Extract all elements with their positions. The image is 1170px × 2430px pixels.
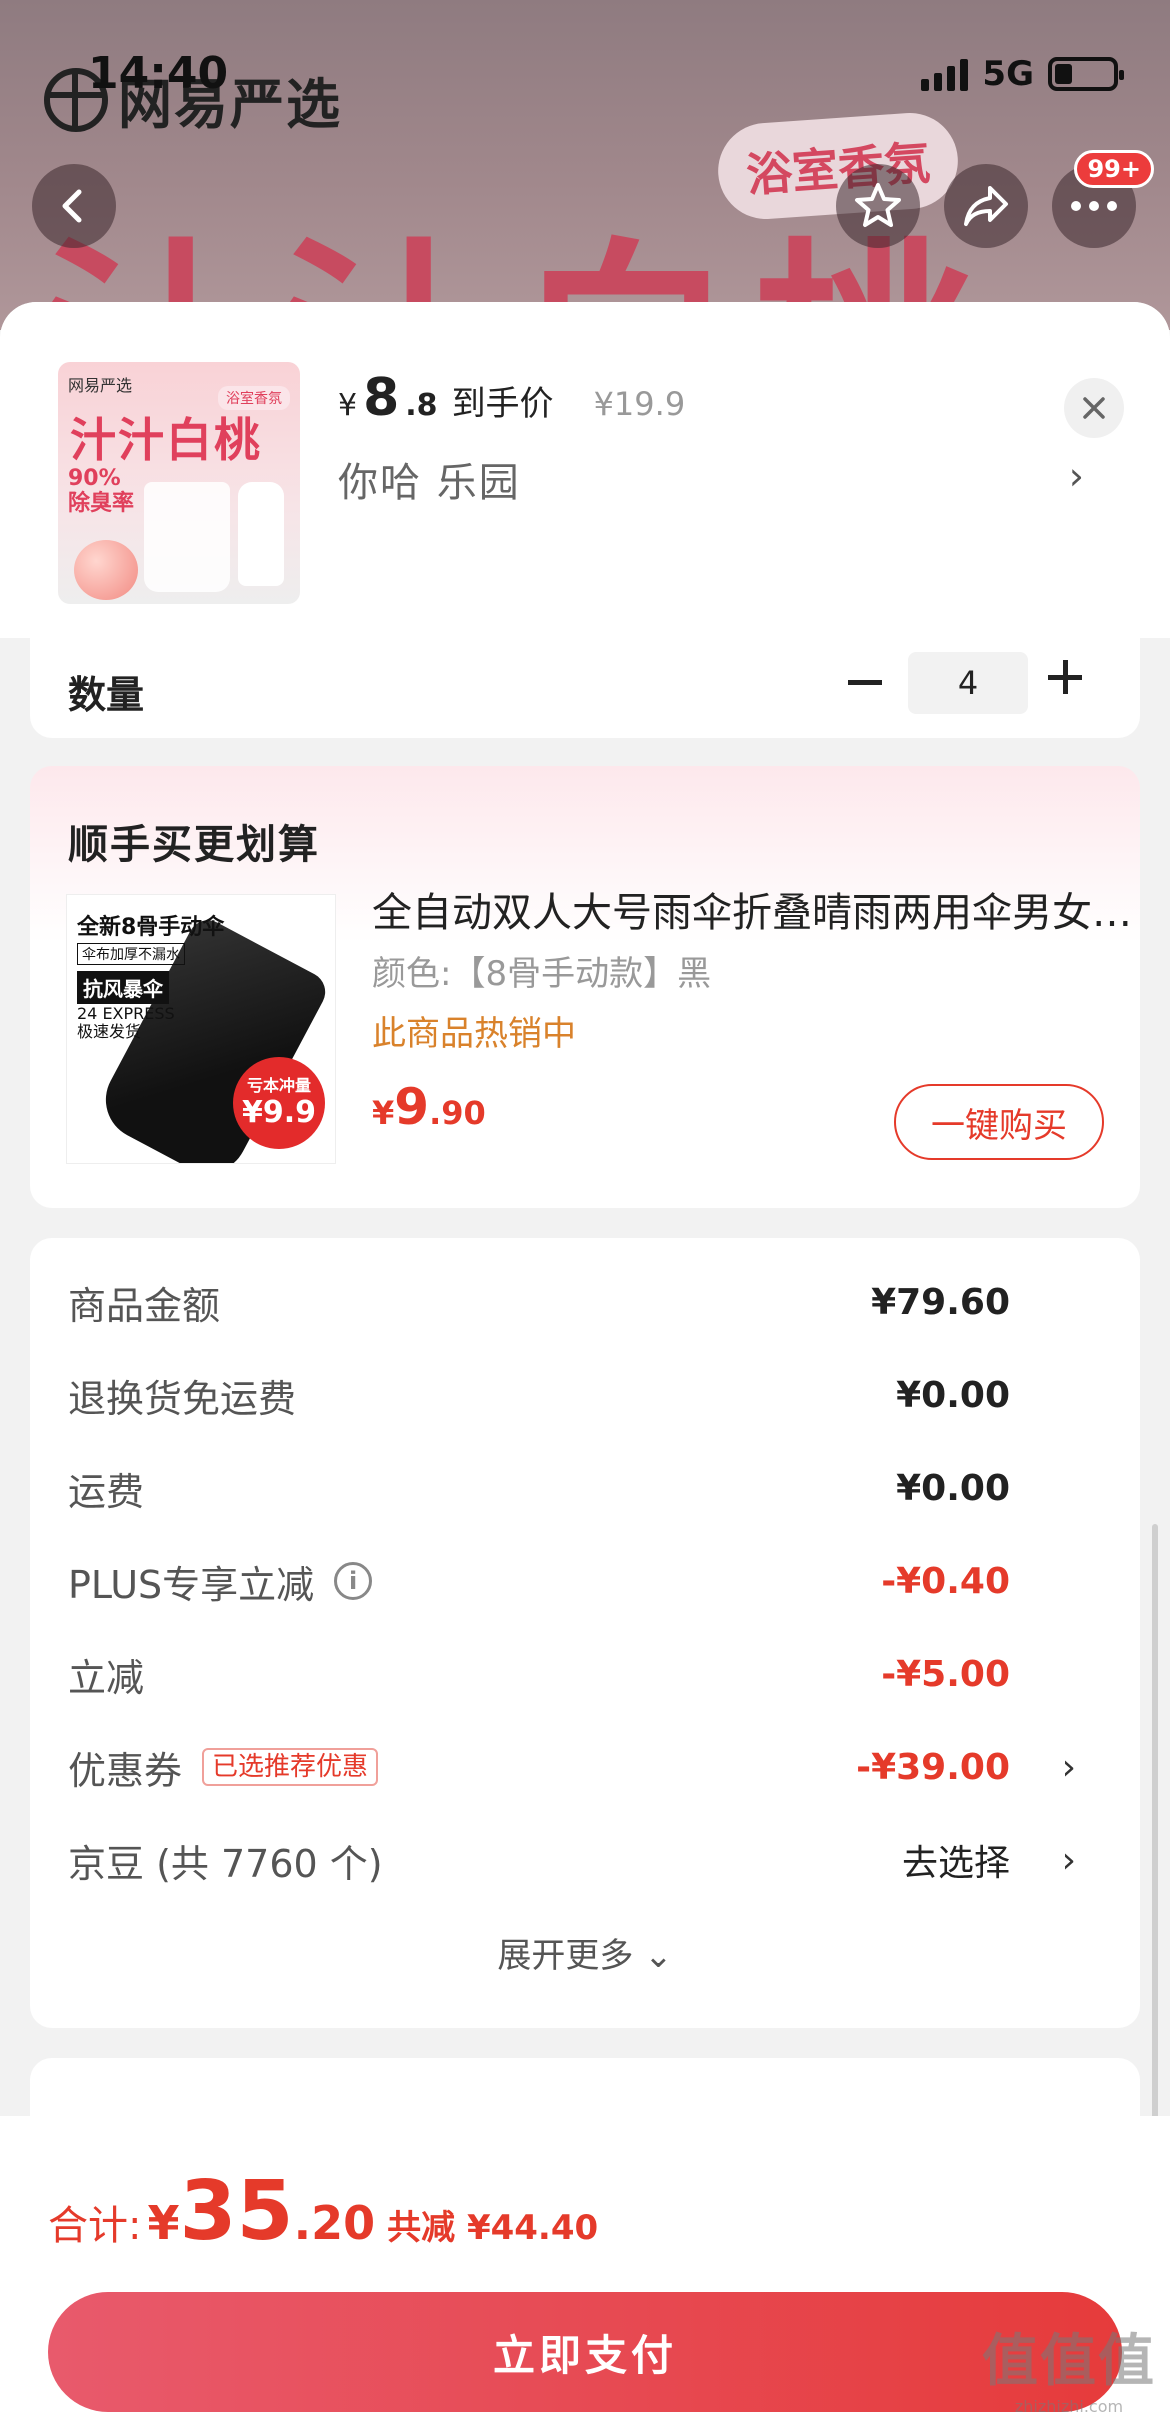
thumb-claim-pct: 90% — [68, 466, 121, 491]
thumb-title: 汁汁白桃 — [70, 413, 262, 467]
price-tag: 到手价 — [451, 384, 554, 424]
summary-row: 商品金额 ¥79.60 — [68, 1272, 1104, 1332]
addon-price-integer: 9 — [394, 1078, 430, 1136]
coupon-tag: 已选推荐优惠 — [202, 1748, 379, 1786]
network-type: 5G — [982, 54, 1034, 94]
watermark-sub: zhizhizhi.com — [1014, 2397, 1124, 2416]
price-summary-card: 商品金额 ¥79.60 退换货免运费 ¥0.00 运费 ¥0.00 PLUS专享… — [30, 1238, 1140, 2028]
addon-hot-label: 此商品热销中 — [372, 1014, 576, 1054]
thumb-brand: 网易严选 — [68, 376, 133, 395]
chevron-down-icon: ⌄ — [644, 1936, 673, 1976]
addon-image-stamp: 亏本冲量 ¥9.9 — [233, 1057, 325, 1149]
checkout-bar: 合计: ¥ 35 .20 共减 ¥44.40 立即支付 值值值 zhizhizh… — [0, 2116, 1170, 2430]
addon-image-text-1: 全新8骨手动伞 — [77, 915, 225, 940]
more-button[interactable]: 99+ — [1052, 150, 1154, 248]
summary-label: 退换货免运费 — [68, 1376, 297, 1421]
star-icon — [855, 183, 901, 227]
favorite-button[interactable] — [836, 164, 920, 248]
summary-value: ¥0.00 — [896, 1374, 1010, 1416]
addon-spec: 颜色:【8骨手动款】黑 — [372, 954, 712, 994]
summary-label: PLUS专享立减 — [68, 1562, 315, 1607]
summary-row: 立减 -¥5.00 — [68, 1644, 1104, 1704]
thumb-claim-text: 除臭率 — [68, 491, 135, 517]
summary-label: 优惠券 — [68, 1748, 183, 1793]
back-button[interactable] — [32, 164, 116, 248]
addon-price-symbol: ¥ — [372, 1094, 395, 1132]
addon-price-decimal: .90 — [429, 1094, 486, 1132]
addon-image[interactable]: 全新8骨手动伞 伞布加厚不漏水 抗风暴伞 24 EXPRESS 极速发货 亏本冲… — [66, 894, 336, 1164]
sku-header: 网易严选 浴室香氛 汁汁白桃 90% 除臭率 ¥ 8 .8 到手价 ¥19.9 … — [0, 302, 1170, 638]
original-price: ¥19.9 — [593, 385, 686, 423]
summary-value: ¥0.00 — [896, 1467, 1010, 1509]
coupon-row[interactable]: 优惠券 已选推荐优惠 -¥39.00 › — [68, 1737, 1104, 1797]
share-button[interactable] — [944, 164, 1028, 248]
order-total: 合计: ¥ 35 .20 共减 ¥44.40 — [48, 2164, 598, 2259]
more-icon — [1071, 201, 1117, 211]
total-symbol: ¥ — [147, 2196, 180, 2250]
summary-label: 立减 — [68, 1655, 145, 1700]
chevron-left-icon — [62, 189, 82, 223]
cart-count-badge: 99+ — [1074, 150, 1154, 188]
summary-value: -¥39.00 — [856, 1746, 1010, 1788]
thumb-cup-graphic — [144, 482, 230, 592]
addon-image-text-2: 伞布加厚不漏水 — [77, 943, 185, 965]
summary-value: -¥5.00 — [881, 1653, 1010, 1695]
signal-icon — [921, 57, 969, 91]
quantity-plus-button[interactable] — [1048, 660, 1082, 694]
watermark-main: 值值值 — [982, 2329, 1156, 2394]
summary-row: PLUS专享立减 i -¥0.40 — [68, 1551, 1104, 1611]
chevron-right-icon[interactable]: › — [1062, 1747, 1076, 1788]
addon-card: 顺手买更划算 全新8骨手动伞 伞布加厚不漏水 抗风暴伞 24 EXPRESS 极… — [30, 766, 1140, 1208]
total-savings[interactable]: 共减 ¥44.40 — [387, 2200, 598, 2249]
jingdou-row[interactable]: 京豆 (共 7760 个) 去选择 › — [68, 1830, 1104, 1890]
expand-more-button[interactable]: 展开更多 ⌄ — [30, 1928, 1140, 1977]
scrollbar[interactable] — [1152, 1524, 1158, 2154]
summary-label: 运费 — [68, 1469, 145, 1514]
addon-title: 顺手买更划算 — [68, 822, 320, 868]
price-integer: 8 — [363, 368, 400, 428]
sku-price: ¥ 8 .8 到手价 ¥19.9 — [338, 368, 685, 428]
selected-variant[interactable]: 你哈 乐园 — [338, 450, 521, 508]
close-icon — [1083, 397, 1105, 419]
quantity-label: 数量 — [68, 673, 145, 717]
sku-thumbnail[interactable]: 网易严选 浴室香氛 汁汁白桃 90% 除臭率 — [58, 362, 300, 604]
chevron-right-icon[interactable]: › — [1069, 454, 1084, 498]
addon-price: ¥9.90 — [372, 1078, 486, 1136]
summary-label: 商品金额 — [68, 1283, 221, 1328]
price-decimal: .8 — [405, 388, 438, 423]
status-bar-right: 5G — [921, 54, 1124, 94]
summary-label: 京豆 (共 7760 个) — [68, 1841, 383, 1886]
stamp-price: ¥9.9 — [241, 1095, 317, 1130]
status-time: 14:40 — [88, 48, 229, 99]
addon-product-name[interactable]: 全自动双人大号雨伞折叠晴雨两用伞男女学生 — [372, 880, 1132, 938]
total-decimal: .20 — [293, 2196, 376, 2250]
total-label: 合计: — [48, 2203, 142, 2249]
addon-image-text-4: 24 EXPRESS 极速发货 — [77, 1004, 175, 1041]
summary-value: 去选择 — [901, 1843, 1010, 1884]
pay-now-button[interactable]: 立即支付 — [48, 2292, 1122, 2412]
stamp-top: 亏本冲量 — [246, 1076, 311, 1095]
battery-icon — [1048, 57, 1124, 91]
summary-row: 运费 ¥0.00 — [68, 1458, 1104, 1518]
checkout-sheet: 网易严选 浴室香氛 汁汁白桃 90% 除臭率 ¥ 8 .8 到手价 ¥19.9 … — [0, 302, 1170, 2430]
expand-more-label: 展开更多 — [497, 1936, 634, 1976]
summary-row: 退换货免运费 ¥0.00 — [68, 1365, 1104, 1425]
quantity-minus-button[interactable] — [848, 680, 882, 685]
watermark: 值值值 zhizhizhi.com — [982, 2316, 1156, 2416]
quantity-input[interactable]: 4 — [908, 652, 1028, 714]
thumb-peach-graphic — [74, 540, 138, 600]
close-button[interactable] — [1064, 378, 1124, 438]
info-icon[interactable]: i — [334, 1562, 373, 1600]
thumb-bottle-graphic — [238, 482, 284, 586]
one-click-buy-button[interactable]: 一键购买 — [894, 1084, 1104, 1160]
summary-value: ¥79.60 — [871, 1281, 1010, 1323]
addon-image-text-3: 抗风暴伞 — [77, 971, 169, 1004]
share-icon — [964, 186, 1008, 226]
thumb-claim: 90% 除臭率 — [68, 466, 134, 517]
chevron-right-icon[interactable]: › — [1062, 1840, 1076, 1881]
total-integer: 35 — [179, 2164, 294, 2259]
summary-value: -¥0.40 — [881, 1560, 1010, 1602]
price-symbol: ¥ — [338, 388, 358, 423]
